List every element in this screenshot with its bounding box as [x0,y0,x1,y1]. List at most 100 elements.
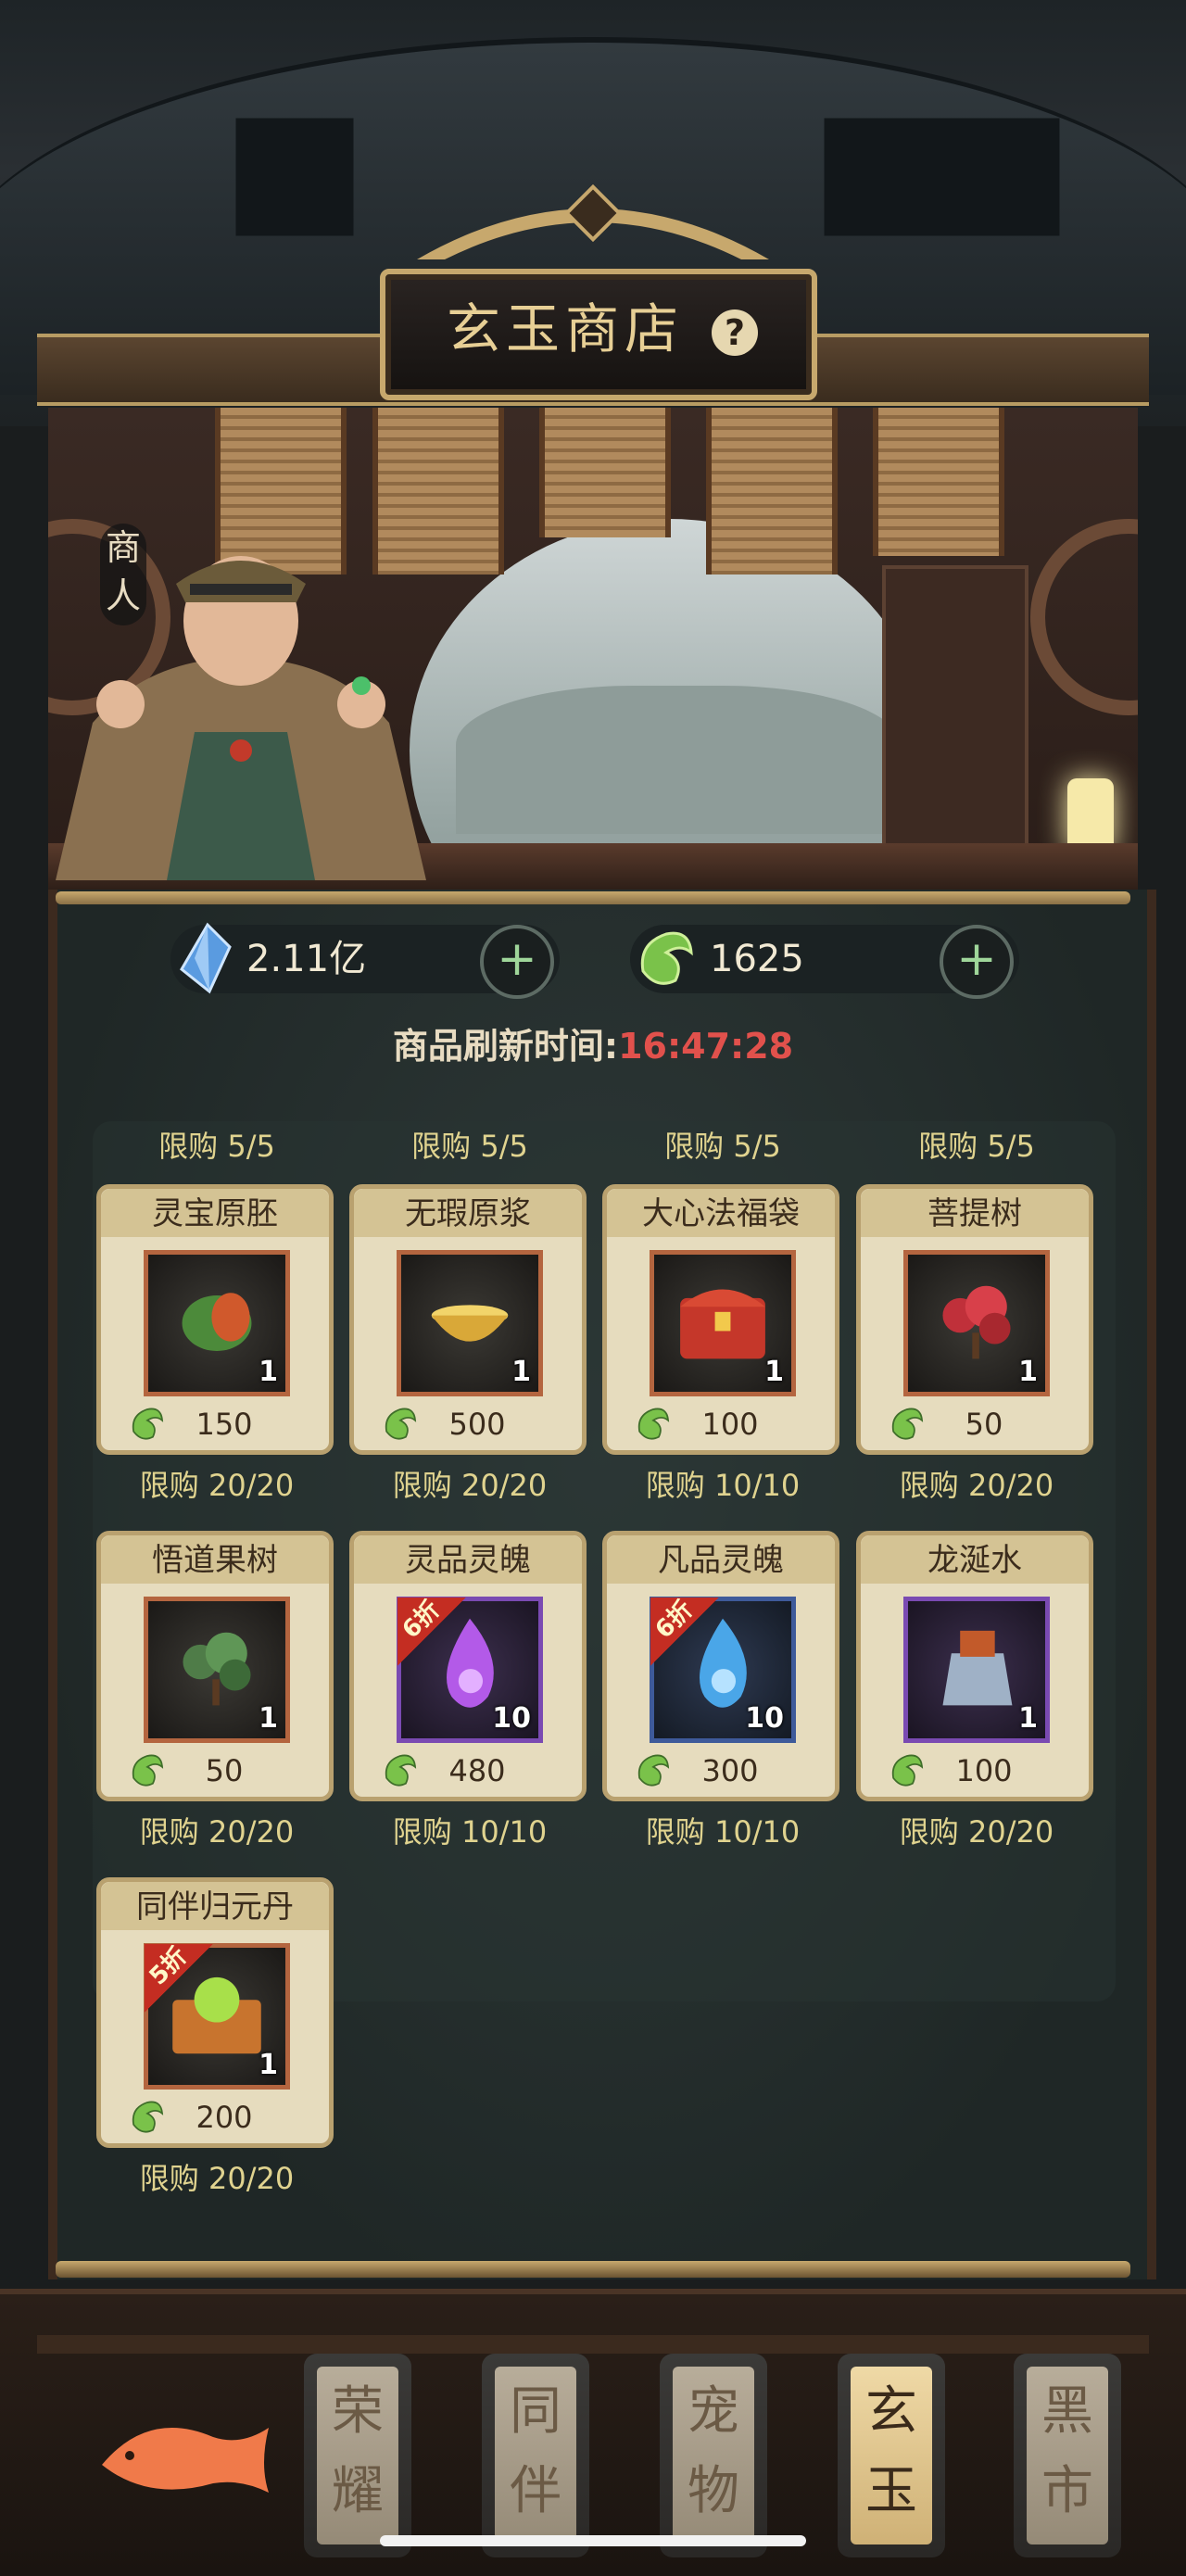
refresh-timer: 商品刷新时间:16:47:28 [0,1017,1186,1068]
wheel-window-right [1030,519,1138,715]
item-price: 150 [196,1407,253,1442]
tab-label: 宠 物 [688,2381,739,2521]
item-card[interactable]: 同伴归元丹 5折 1 200 [96,1877,334,2148]
item-price: 300 [701,1753,759,1788]
refresh-time: 16:47:28 [618,1026,794,1067]
item-slot[interactable]: 6折 10 [397,1596,543,1743]
top-limit-label: 限购 5/5 [158,1129,275,1164]
item-slot[interactable]: 1 [650,1250,796,1396]
item-name: 龙涎水 [927,1542,1022,1579]
item-card[interactable]: 灵宝原胚 1 150 [96,1184,334,1455]
item-slot[interactable]: 1 [144,1250,290,1396]
item-slot[interactable]: 1 [144,1597,290,1743]
tab-label: 荣 耀 [332,2381,384,2521]
item-quantity: 10 [492,1702,531,1735]
purchase-limit-label: 限购 20/20 [899,1814,1054,1850]
purchase-limit-label: 限购 20/20 [139,1468,295,1503]
item-slot[interactable]: 1 [903,1250,1050,1396]
item-slot[interactable]: 1 [903,1597,1050,1743]
item-name: 悟道果树 [152,1542,278,1579]
discount-badge: 5折 [145,1942,213,2013]
item-quantity: 1 [259,1702,278,1735]
bamboo-blind [539,408,671,537]
purchase-limit-label: 限购 20/20 [899,1468,1054,1503]
item-price: 200 [196,2100,253,2135]
bamboo-blind [706,408,838,575]
item-quantity: 1 [764,1356,784,1388]
item-quantity: 1 [259,1356,278,1388]
merchant-portrait[interactable] [37,519,445,880]
purchase-limit-label: 限购 10/10 [645,1468,801,1503]
discount-badge: 6折 [650,1596,719,1666]
merchant-tag: 商 人 [100,524,146,625]
item-quantity: 10 [745,1702,784,1735]
purchase-limit-label: 限购 20/20 [392,1468,548,1503]
refresh-label: 商品刷新时间: [392,1026,619,1067]
nav-tab[interactable]: 黑 市 [1014,2354,1121,2557]
item-slot[interactable]: 6折 10 [650,1596,796,1743]
nav-tab[interactable]: 荣 耀 [304,2354,411,2557]
tab-label: 玄 玉 [865,2381,917,2521]
top-limit-label: 限购 5/5 [918,1129,1035,1164]
item-name: 菩提树 [927,1195,1022,1232]
item-card[interactable]: 悟道果树 1 50 [96,1531,334,1801]
blue-crystal-icon [180,922,232,994]
item-price: 50 [965,1407,1003,1442]
item-quantity: 1 [1018,1356,1038,1388]
item-price: 100 [701,1407,759,1442]
nav-tab[interactable]: 宠 物 [660,2354,767,2557]
tab-label: 同 伴 [510,2381,561,2521]
nav-tab[interactable]: 玄 玉 [838,2354,945,2557]
item-name: 灵品灵魄 [405,1542,531,1579]
item-quantity: 1 [259,2049,278,2081]
purchase-limit-label: 限购 20/20 [139,2161,295,2196]
lantern-icon [1067,778,1114,852]
item-price: 500 [448,1407,506,1442]
item-card[interactable]: 大心法福袋 1 100 [602,1184,839,1455]
panel-trim [56,2261,1130,2278]
discount-badge: 6折 [397,1596,466,1666]
item-quantity: 1 [1018,1702,1038,1735]
help-button[interactable]: ? [712,309,758,356]
koi-fish-icon[interactable] [93,2391,278,2511]
top-limit-label: 限购 5/5 [411,1129,528,1164]
item-name: 同伴归元丹 [136,1888,294,1926]
bamboo-blind [873,408,1004,556]
tab-label: 黑 市 [1041,2381,1093,2521]
item-slot[interactable]: 1 [397,1250,543,1396]
nav-rail [37,2335,1149,2354]
mountain-mist [456,686,901,834]
jade-amount: 1625 [710,938,804,980]
item-price: 50 [205,1753,244,1788]
green-jade-icon [640,931,693,985]
item-slot[interactable]: 5折 1 [144,1942,290,2090]
item-card[interactable]: 凡品灵魄 6折 10 300 [602,1531,839,1801]
top-limit-label: 限购 5/5 [664,1129,781,1164]
item-card[interactable]: 菩提树 1 50 [856,1184,1093,1455]
nav-tab[interactable]: 同 伴 [482,2354,589,2557]
purchase-limit-label: 限购 10/10 [645,1814,801,1850]
discount-label: 6折 [397,1596,447,1645]
purchase-limit-label: 限购 10/10 [392,1814,548,1850]
item-price: 100 [955,1753,1013,1788]
add-jade-button[interactable]: + [940,925,1014,999]
item-quantity: 1 [511,1356,531,1388]
home-indicator[interactable] [380,2535,806,2546]
add-crystal-button[interactable]: + [480,925,554,999]
crystal-amount: 2.11亿 [246,938,367,980]
item-price: 480 [448,1753,506,1788]
item-card[interactable]: 灵品灵魄 6折 10 480 [349,1531,587,1801]
item-card[interactable]: 龙涎水 1 100 [856,1531,1093,1801]
item-card[interactable]: 无瑕原浆 1 500 [349,1184,587,1455]
item-name: 灵宝原胚 [152,1195,278,1232]
panel-trim [56,891,1130,904]
item-name: 凡品灵魄 [658,1542,784,1579]
item-name: 无瑕原浆 [405,1195,531,1232]
page-title: 玄玉商店 [446,297,684,360]
discount-label: 5折 [144,1942,194,1991]
purchase-limit-label: 限购 20/20 [139,1814,295,1850]
title-ornament-icon [417,183,769,259]
shelf [882,565,1028,869]
item-name: 大心法福袋 [642,1195,800,1232]
discount-label: 6折 [650,1596,700,1645]
